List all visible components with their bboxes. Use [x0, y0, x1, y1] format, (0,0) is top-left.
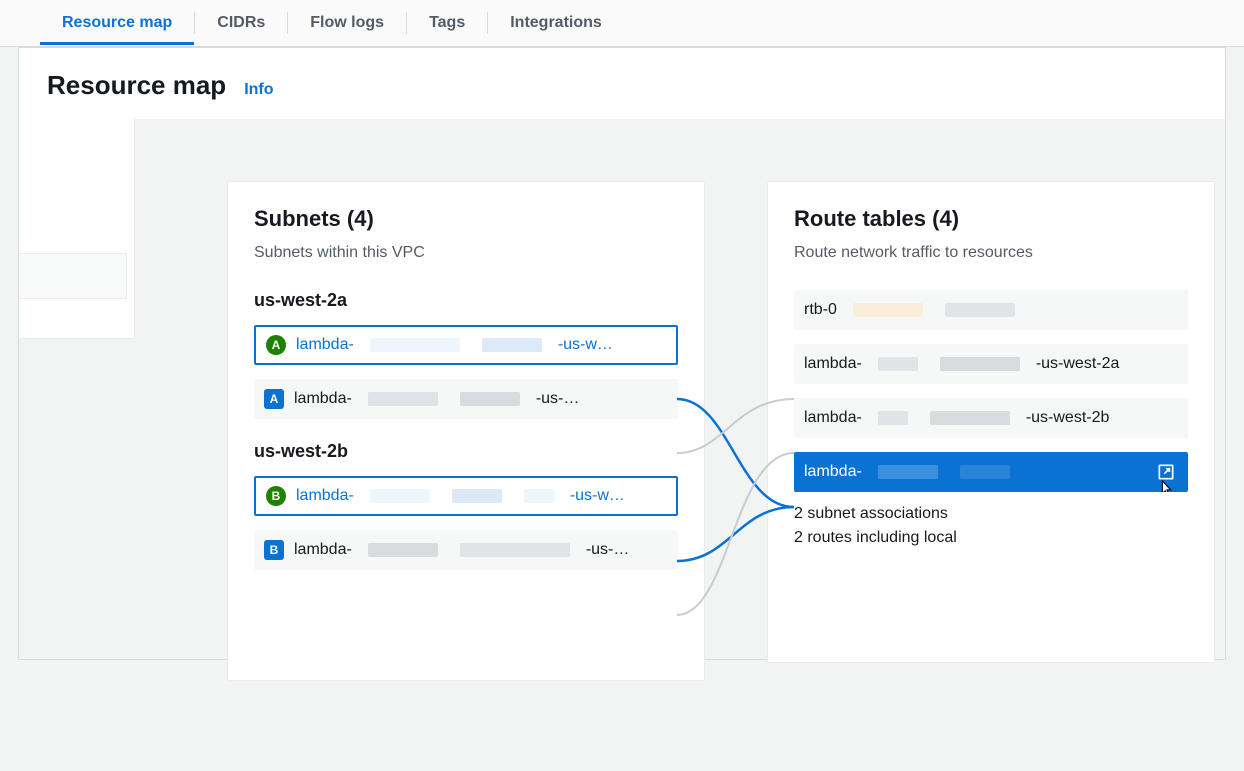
subnet-item-3[interactable]: B lambda- -us-w…	[254, 476, 678, 516]
resource-map-panel: Resource map Info Subnets (4) Subnets wi…	[18, 47, 1226, 660]
redacted-text	[370, 338, 460, 352]
tab-bar: Resource map CIDRs Flow logs Tags Integr…	[0, 0, 1244, 47]
redacted-text	[524, 489, 554, 503]
panel-title: Resource map	[47, 70, 226, 101]
az-label-a: us-west-2a	[254, 290, 678, 311]
vpc-card-stub	[19, 119, 135, 339]
redacted-text	[878, 465, 938, 479]
redacted-text	[482, 338, 542, 352]
tab-integrations[interactable]: Integrations	[488, 2, 624, 44]
redacted-text	[878, 411, 908, 425]
az-badge-b-icon: B	[266, 486, 286, 506]
route-label: rtb-0	[804, 301, 837, 319]
info-link[interactable]: Info	[244, 81, 273, 99]
redacted-text	[960, 465, 1010, 479]
subnet-item-2[interactable]: A lambda- -us-…	[254, 379, 678, 419]
redacted-text	[460, 392, 520, 406]
redacted-text	[368, 392, 438, 406]
subnet-suffix: -us-w…	[570, 487, 625, 505]
az-label-b: us-west-2b	[254, 441, 678, 462]
subnets-card: Subnets (4) Subnets within this VPC us-w…	[227, 181, 705, 681]
az-badge-b-icon: B	[264, 540, 284, 560]
redacted-text	[370, 489, 430, 503]
route-label: lambda-	[804, 409, 862, 427]
redacted-text	[853, 303, 923, 317]
route-tables-subtitle: Route network traffic to resources	[794, 244, 1188, 262]
route-suffix: -us-west-2a	[1036, 355, 1120, 373]
redacted-text	[460, 543, 570, 557]
route-selected-details: 2 subnet associations 2 routes including…	[794, 502, 1188, 550]
subnet-suffix: -us-…	[586, 541, 630, 559]
route-tables-title: Route tables (4)	[794, 206, 1188, 232]
subnet-label: lambda-	[296, 487, 354, 505]
redacted-text	[452, 489, 502, 503]
route-item-4-selected[interactable]: lambda-	[794, 452, 1188, 492]
subnet-label: lambda-	[294, 390, 352, 408]
redacted-text	[930, 411, 1010, 425]
route-assoc-text: 2 subnet associations	[794, 502, 1188, 526]
subnet-item-4[interactable]: B lambda- -us-…	[254, 530, 678, 570]
az-badge-a-icon: A	[266, 335, 286, 355]
vpc-item-stub[interactable]	[19, 253, 127, 299]
route-routes-text: 2 routes including local	[794, 526, 1188, 550]
route-item-1[interactable]: rtb-0	[794, 290, 1188, 330]
az-badge-a-icon: A	[264, 389, 284, 409]
route-item-3[interactable]: lambda- -us-west-2b	[794, 398, 1188, 438]
resource-map-canvas: Subnets (4) Subnets within this VPC us-w…	[19, 119, 1225, 659]
subnet-suffix: -us-…	[536, 390, 580, 408]
redacted-text	[940, 357, 1020, 371]
route-suffix: -us-west-2b	[1026, 409, 1110, 427]
route-item-2[interactable]: lambda- -us-west-2a	[794, 344, 1188, 384]
redacted-text	[878, 357, 918, 371]
tab-flow-logs[interactable]: Flow logs	[288, 2, 406, 44]
route-label: lambda-	[804, 463, 862, 481]
tab-resource-map[interactable]: Resource map	[40, 2, 194, 44]
subnets-title: Subnets (4)	[254, 206, 678, 232]
subnets-subtitle: Subnets within this VPC	[254, 244, 678, 262]
subnet-label: lambda-	[296, 336, 354, 354]
subnet-label: lambda-	[294, 541, 352, 559]
route-label: lambda-	[804, 355, 862, 373]
open-external-icon[interactable]	[1156, 462, 1176, 482]
tab-cidrs[interactable]: CIDRs	[195, 2, 287, 44]
subnet-item-1[interactable]: A lambda- -us-w…	[254, 325, 678, 365]
tab-tags[interactable]: Tags	[407, 2, 487, 44]
route-tables-card: Route tables (4) Route network traffic t…	[767, 181, 1215, 663]
subnet-suffix: -us-w…	[558, 336, 613, 354]
redacted-text	[945, 303, 1015, 317]
panel-header: Resource map Info	[19, 48, 1225, 119]
redacted-text	[368, 543, 438, 557]
